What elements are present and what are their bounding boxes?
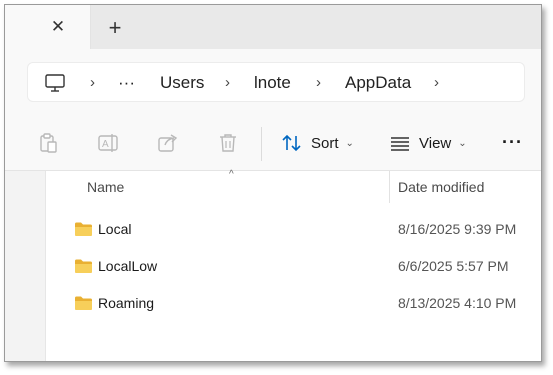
sort-icon xyxy=(282,134,301,152)
breadcrumb-separator-icon[interactable]: › xyxy=(316,72,321,94)
file-list: ^ Name Date modified Local 8/16/2025 9:3… xyxy=(45,169,541,361)
file-name: LocalLow xyxy=(98,258,158,274)
address-bar[interactable]: › ··· Users › lnote › AppData › xyxy=(27,62,525,102)
svg-text:A: A xyxy=(102,139,109,150)
breadcrumb-appdata[interactable]: AppData xyxy=(345,72,411,94)
chevron-down-icon: ⌄ xyxy=(458,137,467,149)
sort-label: Sort xyxy=(311,134,339,152)
file-name: Local xyxy=(98,221,132,237)
breadcrumb-separator-icon[interactable]: › xyxy=(225,72,230,94)
file-name: Roaming xyxy=(98,295,155,311)
sort-ascending-icon: ^ xyxy=(229,169,234,180)
tab-active[interactable]: ✕ xyxy=(5,5,91,49)
file-date-modified: 6/6/2025 5:57 PM xyxy=(398,258,509,274)
breadcrumb-separator-icon[interactable]: › xyxy=(90,72,95,94)
breadcrumb-lnote[interactable]: lnote xyxy=(254,72,291,94)
folder-icon xyxy=(75,259,92,273)
trash-icon[interactable] xyxy=(217,132,239,154)
new-tab-button[interactable]: + xyxy=(105,17,125,39)
clipboard-icon[interactable] xyxy=(37,132,59,154)
address-row: › ··· Users › lnote › AppData › xyxy=(5,49,541,117)
folder-icon xyxy=(75,222,92,236)
column-resize-handle[interactable] xyxy=(389,171,390,203)
this-pc-icon[interactable] xyxy=(44,73,66,93)
breadcrumb-overflow-button[interactable]: ··· xyxy=(118,72,135,94)
content-area: ^ Name Date modified Local 8/16/2025 9:3… xyxy=(5,169,541,361)
file-date-modified: 8/16/2025 9:39 PM xyxy=(398,221,517,237)
view-label: View xyxy=(419,134,452,152)
command-bar: A Sort ⌄ View ⌄ ··· xyxy=(5,117,541,171)
close-tab-button[interactable]: ✕ xyxy=(50,18,66,35)
sort-button[interactable]: Sort ⌄ xyxy=(281,131,354,155)
list-item[interactable]: Local 8/16/2025 9:39 PM xyxy=(46,211,541,247)
view-button[interactable]: View ⌄ xyxy=(389,131,467,155)
tab-strip: ✕ + xyxy=(5,5,541,49)
toolbar-divider xyxy=(261,127,262,161)
list-item[interactable]: Roaming 8/13/2025 4:10 PM xyxy=(46,285,541,321)
breadcrumb-users[interactable]: Users xyxy=(160,72,204,94)
rename-icon[interactable]: A xyxy=(97,132,119,154)
share-icon[interactable] xyxy=(157,132,179,154)
file-explorer-window: ✕ + › ··· Users › lnote › AppData › A So… xyxy=(4,4,542,362)
view-icon xyxy=(391,137,409,151)
breadcrumb-separator-icon[interactable]: › xyxy=(434,72,439,94)
more-options-button[interactable]: ··· xyxy=(502,133,523,151)
folder-icon xyxy=(75,296,92,310)
file-date-modified: 8/13/2025 4:10 PM xyxy=(398,295,517,311)
chevron-down-icon: ⌄ xyxy=(345,137,354,149)
column-header-name[interactable]: Name xyxy=(87,179,124,195)
column-header-date-modified[interactable]: Date modified xyxy=(398,179,484,195)
list-item[interactable]: LocalLow 6/6/2025 5:57 PM xyxy=(46,248,541,284)
